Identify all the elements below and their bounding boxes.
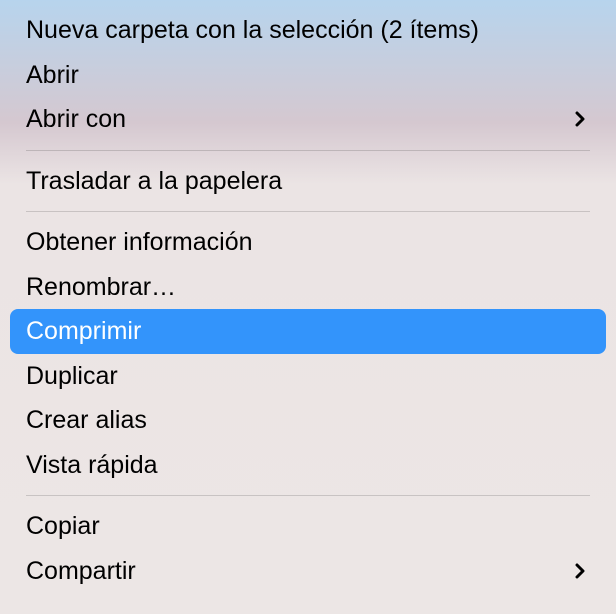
menu-item-new-folder-selection[interactable]: Nueva carpeta con la selección (2 ítems): [0, 8, 616, 53]
menu-item-label: Crear alias: [26, 404, 590, 437]
menu-item-rename[interactable]: Renombrar…: [0, 265, 616, 310]
chevron-right-icon: [570, 561, 590, 581]
menu-item-label: Renombrar…: [26, 271, 590, 304]
menu-item-open[interactable]: Abrir: [0, 53, 616, 98]
menu-item-label: Nueva carpeta con la selección (2 ítems): [26, 14, 590, 47]
menu-separator: [26, 495, 590, 496]
menu-item-label: Duplicar: [26, 360, 590, 393]
menu-item-compress[interactable]: Comprimir: [10, 309, 606, 354]
menu-item-label: Copiar: [26, 510, 590, 543]
menu-item-label: Comprimir: [26, 315, 590, 348]
menu-item-share[interactable]: Compartir: [0, 549, 616, 594]
menu-item-label: Obtener información: [26, 226, 590, 259]
menu-item-make-alias[interactable]: Crear alias: [0, 398, 616, 443]
menu-separator: [26, 211, 590, 212]
menu-item-label: Abrir: [26, 59, 590, 92]
menu-item-duplicate[interactable]: Duplicar: [0, 354, 616, 399]
menu-item-quick-look[interactable]: Vista rápida: [0, 443, 616, 488]
menu-item-label: Compartir: [26, 555, 570, 588]
menu-item-move-to-trash[interactable]: Trasladar a la papelera: [0, 159, 616, 204]
menu-item-open-with[interactable]: Abrir con: [0, 97, 616, 142]
menu-separator: [26, 150, 590, 151]
menu-item-get-info[interactable]: Obtener información: [0, 220, 616, 265]
chevron-right-icon: [570, 109, 590, 129]
menu-item-copy[interactable]: Copiar: [0, 504, 616, 549]
context-menu: Nueva carpeta con la selección (2 ítems)…: [0, 0, 616, 614]
menu-item-label: Vista rápida: [26, 449, 590, 482]
menu-item-label: Abrir con: [26, 103, 570, 136]
menu-item-label: Trasladar a la papelera: [26, 165, 590, 198]
